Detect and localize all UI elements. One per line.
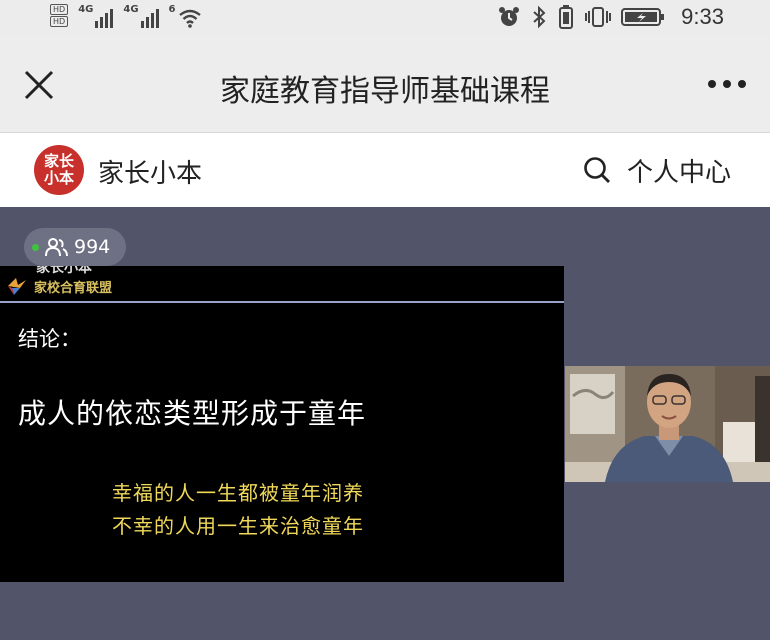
presenter-image [565,366,770,482]
status-left: HD HD 4G 4G 6 [50,2,202,28]
battery-icon [621,8,665,26]
status-bar: HD HD 4G 4G 6 9:33 [0,0,770,36]
hd-badges: HD HD [50,3,69,27]
bird-logo-icon [8,278,26,295]
network-type-label: 4G [78,4,94,15]
alarm-icon [499,7,520,26]
search-icon[interactable] [582,155,612,185]
wifi-label: 6 [168,4,176,15]
nav-bar: 家庭教育指导师基础课程 [0,36,770,133]
wifi-icon: 6 [169,2,202,28]
viewer-count-badge: 994 [24,228,127,266]
brand-logo[interactable]: 家长 小本 [34,145,84,195]
network-type-label: 4G [123,4,139,15]
bluetooth-icon [533,5,546,29]
logo-text: 小本 [43,169,74,187]
signal-icon: 4G [123,2,159,28]
slide-divider [0,301,564,303]
slide-main-text: 成人的依恋类型形成于童年 [18,397,367,430]
viewer-count: 994 [74,236,111,258]
battery-saver-icon [559,5,574,29]
viewers-icon [45,238,68,257]
status-right: 9:33 [497,3,724,31]
presentation-slide: 家长小本 家校合育联盟 结论： 成人的依恋类型形成于童年 幸福的人一生都被童年润… [0,266,564,582]
hd-badge: HD [50,15,69,27]
logo-text: 家长 [43,152,74,170]
signal-icon: 4G [78,2,114,28]
live-indicator [32,244,39,251]
slide-highlight-line: 幸福的人一生都被童年润养 [112,481,364,505]
brand-name[interactable]: 家长小本 [98,153,202,190]
presenter-video[interactable] [565,366,770,482]
live-stream-area: 994 家长小本 家校合育联盟 结论： 成人的依恋类型形成于童年 幸福的人一生都… [0,207,770,640]
slide-conclusion-label: 结论： [18,327,81,351]
page-title: 家庭教育指导师基础课程 [220,74,550,109]
brand-bar: 家长 小本 家长小本 个人中心 [0,133,770,207]
vibrate-icon [585,7,612,27]
more-icon[interactable] [708,80,746,88]
slide-brand-row: 家校合育联盟 [6,276,112,296]
personal-center-link[interactable]: 个人中心 [627,152,731,189]
slide-brand-union: 家校合育联盟 [34,280,113,296]
hd-badge: HD [50,3,69,15]
status-time: 9:33 [681,4,724,29]
slide-highlight-line: 不幸的人用一生来治愈童年 [112,514,364,538]
